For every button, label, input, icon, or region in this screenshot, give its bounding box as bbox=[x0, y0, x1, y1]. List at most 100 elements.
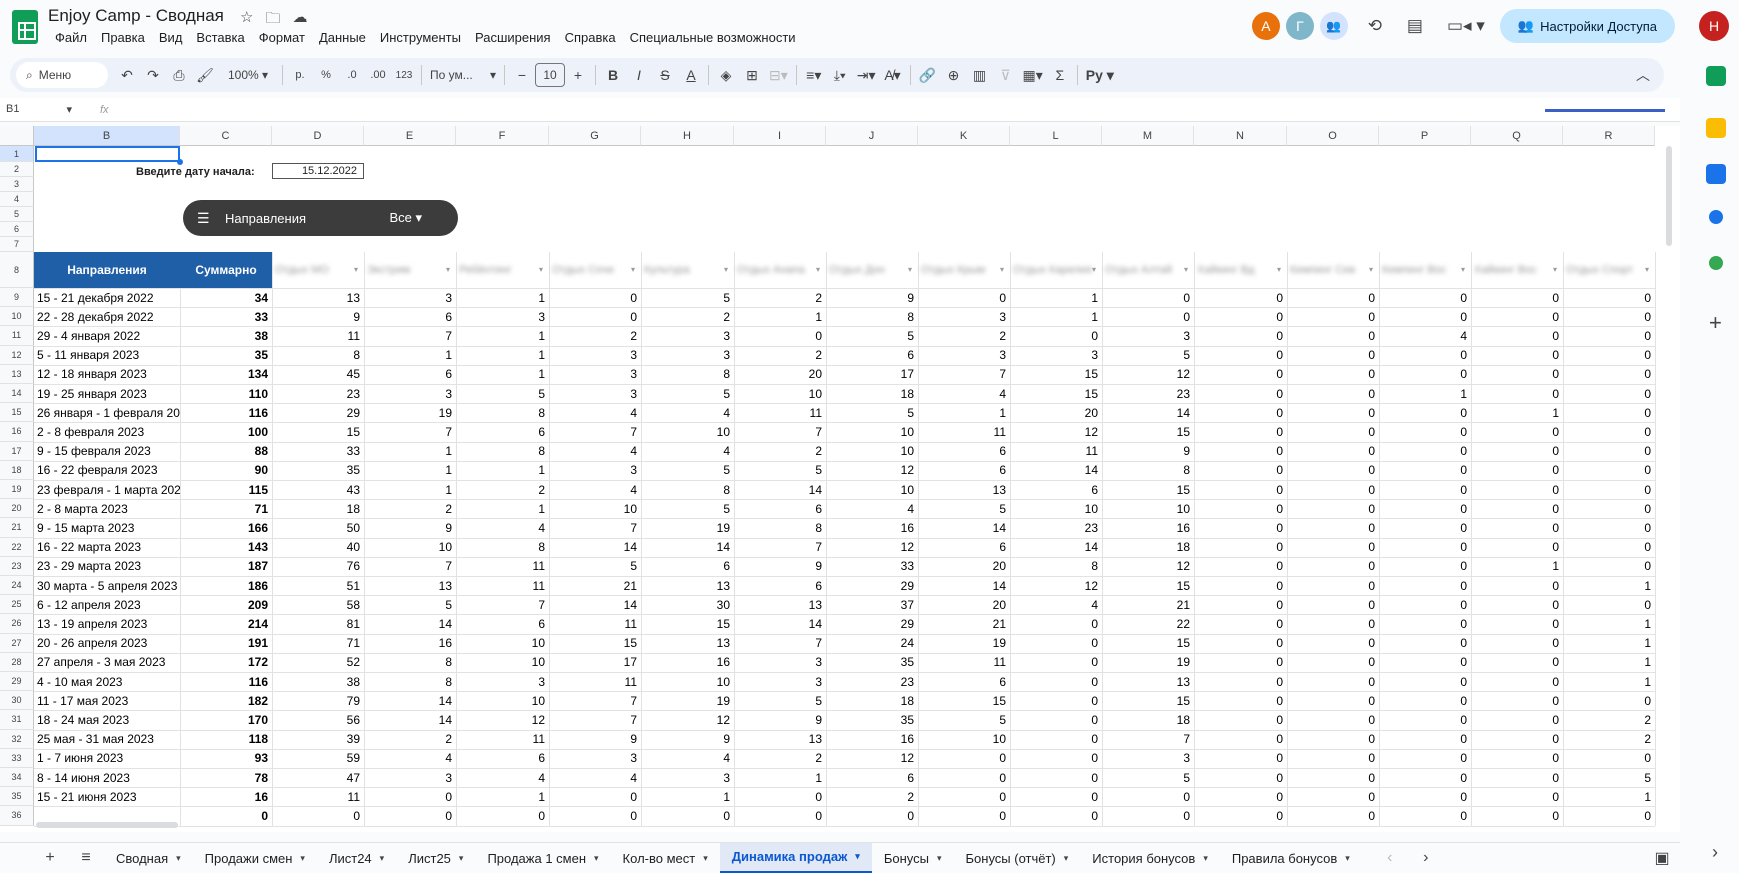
row-header[interactable]: 33 bbox=[0, 748, 34, 768]
table-cell[interactable]: 5 bbox=[641, 461, 734, 480]
table-cell[interactable]: 1 bbox=[1471, 557, 1563, 576]
table-cell[interactable]: 0 bbox=[1010, 768, 1102, 787]
row-header[interactable]: 9 bbox=[0, 288, 34, 308]
table-cell[interactable]: 0 bbox=[1287, 461, 1379, 480]
blurred-column-header[interactable]: Ребёнтинг ▾ bbox=[457, 252, 549, 288]
table-cell[interactable]: 47 bbox=[272, 768, 364, 787]
table-cell[interactable]: 4 bbox=[641, 403, 734, 422]
table-cell[interactable]: 4 bbox=[918, 384, 1010, 403]
table-cell[interactable]: 0 bbox=[1287, 576, 1379, 595]
document-title[interactable]: Enjoy Camp - Сводная bbox=[48, 6, 224, 26]
sheet-tab[interactable]: Правила бонусов ▾ bbox=[1220, 843, 1362, 873]
expand-panel-icon[interactable]: › bbox=[1712, 842, 1718, 863]
menu-item[interactable]: Справка bbox=[558, 30, 623, 45]
table-cell[interactable]: 11 bbox=[918, 422, 1010, 441]
table-cell[interactable]: 0 bbox=[1563, 403, 1655, 422]
table-cell[interactable]: 0 bbox=[1102, 288, 1194, 307]
table-cell[interactable]: 0 bbox=[1287, 442, 1379, 461]
table-cell[interactable]: 2 bbox=[1563, 710, 1655, 729]
table-cell[interactable]: 15 bbox=[918, 691, 1010, 710]
table-cell[interactable]: 15 bbox=[1010, 384, 1102, 403]
table-cell[interactable]: 0 bbox=[1010, 730, 1102, 749]
table-cell[interactable]: 0 bbox=[364, 806, 456, 825]
sheet-tab[interactable]: Кол-во мест ▾ bbox=[611, 843, 720, 873]
blurred-column-header[interactable]: Отдых Дон ▾ bbox=[827, 252, 918, 288]
table-cell[interactable]: 21 bbox=[1102, 595, 1194, 614]
blurred-column-header[interactable]: Культура ▾ bbox=[642, 252, 734, 288]
table-cell[interactable]: 1 bbox=[364, 442, 456, 461]
number-format-button[interactable]: 123 bbox=[391, 62, 417, 88]
horizontal-align-icon[interactable]: ≡▾ bbox=[801, 62, 827, 88]
menu-item[interactable]: Формат bbox=[252, 30, 312, 45]
share-button[interactable]: 👥 Настройки Доступа bbox=[1499, 9, 1675, 43]
table-cell[interactable]: 3 bbox=[918, 346, 1010, 365]
menu-item[interactable]: Инструменты bbox=[373, 30, 468, 45]
table-cell[interactable]: 9 bbox=[734, 710, 826, 729]
table-cell[interactable]: 1 bbox=[734, 768, 826, 787]
table-cell[interactable]: 0 bbox=[1010, 691, 1102, 710]
table-cell[interactable]: 0 bbox=[1102, 806, 1194, 825]
table-cell[interactable]: 5 bbox=[734, 461, 826, 480]
table-cell[interactable]: 0 bbox=[1379, 403, 1471, 422]
table-cell[interactable]: 0 bbox=[1563, 595, 1655, 614]
table-cell[interactable]: 23 bbox=[1010, 518, 1102, 537]
row-header[interactable]: 21 bbox=[0, 518, 34, 538]
row-header[interactable]: 35 bbox=[0, 787, 34, 807]
table-cell[interactable]: 9 bbox=[826, 288, 918, 307]
table-cell[interactable]: 6 bbox=[918, 672, 1010, 691]
table-cell[interactable]: 0 bbox=[1471, 787, 1563, 806]
table-cell[interactable]: 11 bbox=[549, 614, 641, 633]
blurred-column-header[interactable]: Хайкинг Вос ▾ bbox=[1472, 252, 1563, 288]
column-header[interactable]: N bbox=[1194, 126, 1287, 146]
table-cell[interactable]: 0 bbox=[1194, 461, 1287, 480]
vertical-align-icon[interactable]: ⤓▾ bbox=[827, 62, 853, 88]
row-header[interactable]: 18 bbox=[0, 460, 34, 480]
table-cell[interactable]: 15 bbox=[641, 614, 734, 633]
table-cell[interactable]: 15 bbox=[1102, 576, 1194, 595]
table-cell[interactable]: 0 bbox=[1194, 442, 1287, 461]
table-cell[interactable]: 11 bbox=[549, 672, 641, 691]
table-cell[interactable]: 12 bbox=[456, 710, 549, 729]
table-cell[interactable]: 0 bbox=[734, 787, 826, 806]
table-cell[interactable]: 3 bbox=[549, 346, 641, 365]
table-cell[interactable]: 0 bbox=[1379, 749, 1471, 768]
table-cell[interactable]: 0 bbox=[1010, 806, 1102, 825]
table-cell[interactable]: 18 bbox=[1102, 538, 1194, 557]
table-cell[interactable]: 0 bbox=[1379, 672, 1471, 691]
table-cell[interactable]: 2 bbox=[456, 480, 549, 499]
table-cell[interactable]: 15 bbox=[1010, 365, 1102, 384]
table-cell[interactable]: 0 bbox=[1287, 787, 1379, 806]
menu-item[interactable]: Файл bbox=[48, 30, 94, 45]
table-cell[interactable]: 5 bbox=[641, 384, 734, 403]
table-cell[interactable]: 15 bbox=[1102, 634, 1194, 653]
table-cell[interactable]: 3 bbox=[641, 346, 734, 365]
table-cell[interactable]: 11 bbox=[456, 730, 549, 749]
table-cell[interactable]: 12 bbox=[826, 538, 918, 557]
table-cell[interactable]: 12 bbox=[641, 710, 734, 729]
table-cell[interactable]: 6 bbox=[734, 576, 826, 595]
table-cell[interactable]: 2 bbox=[918, 326, 1010, 345]
table-cell[interactable]: 10 bbox=[456, 634, 549, 653]
table-cell[interactable]: 51 bbox=[272, 576, 364, 595]
column-header[interactable]: P bbox=[1379, 126, 1471, 146]
table-cell[interactable]: 0 bbox=[1194, 288, 1287, 307]
table-cell[interactable]: 1 bbox=[734, 307, 826, 326]
table-cell[interactable]: 30 bbox=[641, 595, 734, 614]
table-cell[interactable]: 37 bbox=[826, 595, 918, 614]
table-cell[interactable]: 0 bbox=[1379, 480, 1471, 499]
insert-comment-icon[interactable]: ⊕ bbox=[941, 62, 967, 88]
table-cell[interactable]: 3 bbox=[364, 288, 456, 307]
keep-icon[interactable] bbox=[1706, 118, 1726, 138]
table-cell[interactable]: 0 bbox=[1287, 384, 1379, 403]
table-cell[interactable]: 10 bbox=[826, 422, 918, 441]
table-cell[interactable]: 7 bbox=[364, 557, 456, 576]
table-cell[interactable]: 0 bbox=[1379, 288, 1471, 307]
table-cell[interactable]: 0 bbox=[1287, 307, 1379, 326]
table-cell[interactable]: 0 bbox=[1563, 461, 1655, 480]
table-cell[interactable]: 14 bbox=[549, 538, 641, 557]
table-cell[interactable]: 0 bbox=[1102, 307, 1194, 326]
table-cell[interactable]: 0 bbox=[1379, 595, 1471, 614]
sheet-tab[interactable]: Динамика продаж ▾ bbox=[719, 842, 872, 873]
explore-icon[interactable]: ▣ bbox=[1644, 848, 1680, 868]
table-cell[interactable]: 0 bbox=[1379, 576, 1471, 595]
